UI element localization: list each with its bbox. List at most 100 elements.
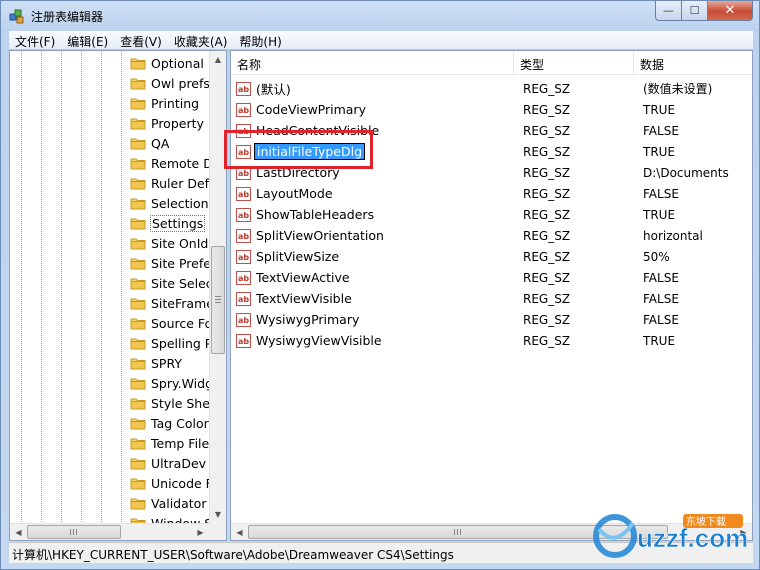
column-header: 名称 类型 数据	[231, 51, 752, 75]
title-bar[interactable]: 注册表编辑器 — ☐ ✕	[1, 1, 759, 31]
value-name-cell: ab (默认)	[231, 78, 514, 99]
tree-guide-lines	[21, 51, 122, 531]
value-row[interactable]: ab TextViewVisible REG_SZ FALSE	[231, 288, 752, 309]
menu-edit[interactable]: 编辑(E)	[61, 31, 114, 49]
reg-string-icon: ab	[236, 207, 251, 222]
tree-item[interactable]: Spry.Widg	[130, 373, 210, 393]
tree-item-label: UltraDev F	[151, 455, 210, 471]
tree-item-label: Remote D	[151, 155, 210, 171]
column-type[interactable]: 类型	[514, 51, 634, 75]
scroll-right-icon[interactable]: ▶	[192, 524, 209, 540]
tree-hscroll-thumb[interactable]	[27, 525, 121, 539]
reg-string-icon: ab	[236, 186, 251, 201]
tree-item[interactable]: Property I	[130, 113, 210, 133]
value-name-cell: ab TextViewActive	[231, 269, 514, 286]
value-name: (默认)	[256, 82, 291, 97]
value-row[interactable]: ab ShowTableHeaders REG_SZ TRUE	[231, 204, 752, 225]
tree-item[interactable]: Unicode F	[130, 473, 210, 493]
value-name-cell: ab TextViewVisible	[231, 290, 514, 307]
value-row[interactable]: ab SplitViewSize REG_SZ 50%	[231, 246, 752, 267]
tree-item[interactable]: Owl prefs	[130, 73, 210, 93]
svg-text:ab: ab	[238, 253, 249, 262]
menu-help[interactable]: 帮助(H)	[233, 31, 287, 49]
tree-item[interactable]: SPRY	[130, 353, 210, 373]
tree-item[interactable]: Spelling P	[130, 333, 210, 353]
value-type: REG_SZ	[523, 333, 571, 348]
tree-item[interactable]: Remote D	[130, 153, 210, 173]
value-name-cell: ab LayoutMode	[231, 185, 514, 202]
tree-item-label: Site Prefe	[151, 255, 210, 271]
value-row[interactable]: ab WysiwygViewVisible REG_SZ TRUE	[231, 330, 752, 351]
svg-text:ab: ab	[238, 106, 249, 115]
tree-item[interactable]: Source Fo	[130, 313, 210, 333]
tree-item-label: SPRY	[151, 355, 182, 371]
tree-item-label: SiteFrame	[151, 295, 210, 311]
value-row[interactable]: ab (默认) REG_SZ (数值未设置)	[231, 78, 752, 99]
tree-item-label: Unicode F	[151, 475, 210, 491]
minimize-button[interactable]: —	[655, 1, 682, 21]
tree-item[interactable]: Temp File	[130, 433, 210, 453]
tree-item[interactable]: Ruler Defa	[130, 173, 210, 193]
value-data: FALSE	[643, 291, 679, 306]
value-name-cell: ab SplitViewOrientation	[231, 227, 514, 244]
tree-item[interactable]: SiteFrame	[130, 293, 210, 313]
tree-vscroll-thumb[interactable]	[211, 246, 225, 354]
value-data: FALSE	[643, 270, 679, 285]
tree-item[interactable]: Site Prefe	[130, 253, 210, 273]
reg-string-icon: ab	[236, 291, 251, 306]
reg-string-icon: ab	[236, 333, 251, 348]
tree-item[interactable]: Tag Color	[130, 413, 210, 433]
maximize-button[interactable]: ☐	[682, 1, 708, 21]
close-button[interactable]: ✕	[708, 1, 753, 21]
scroll-up-icon[interactable]: ▲	[210, 51, 226, 68]
folder-icon	[130, 478, 146, 490]
tree-item[interactable]: Site OnIdl	[130, 233, 210, 253]
column-name[interactable]: 名称	[231, 51, 514, 75]
tree-item-label: Source Fo	[151, 315, 210, 331]
tree-item-label: Optional D	[151, 55, 210, 71]
tree-item[interactable]: Style Shee	[130, 393, 210, 413]
values-scroll-left-icon[interactable]: ◀	[231, 524, 248, 540]
folder-icon	[130, 118, 146, 130]
value-row[interactable]: ab CodeViewPrimary REG_SZ TRUE	[231, 99, 752, 120]
folder-icon	[130, 158, 146, 170]
svg-text:ab: ab	[238, 211, 249, 220]
value-row[interactable]: ab TextViewActive REG_SZ FALSE	[231, 267, 752, 288]
folder-icon	[130, 138, 146, 150]
watermark-tag: 东坡下载	[686, 515, 726, 528]
tree-vertical-scrollbar[interactable]: ▲ ▼	[209, 51, 226, 523]
value-row[interactable]: ab SplitViewOrientation REG_SZ horizontal	[231, 225, 752, 246]
value-data: TRUE	[643, 333, 676, 348]
svg-text:ab: ab	[238, 190, 249, 199]
reg-string-icon: ab	[236, 249, 251, 264]
key-tree-pane[interactable]: Optional D Owl prefs Printing Property I QA R…	[9, 50, 227, 541]
svg-text:ab: ab	[238, 337, 249, 346]
scroll-left-icon[interactable]: ◀	[10, 524, 27, 540]
tree-item[interactable]: Site Select	[130, 273, 210, 293]
value-data: D:\Documents	[643, 165, 729, 180]
tree-item[interactable]: Optional D	[130, 53, 210, 73]
reg-string-icon: ab	[236, 270, 251, 285]
menu-favorites[interactable]: 收藏夹(A)	[168, 31, 234, 49]
scroll-down-icon[interactable]: ▼	[210, 506, 226, 523]
tree-item[interactable]: Printing	[130, 93, 210, 113]
reg-string-icon: ab	[236, 81, 251, 96]
folder-icon	[130, 498, 146, 510]
tree-item[interactable]: Settings	[130, 213, 210, 233]
value-name: SplitViewSize	[256, 249, 340, 264]
folder-icon	[130, 378, 146, 390]
values-pane[interactable]: 名称 类型 数据 ab (默认) REG_SZ (数值未设置) ab CodeViewPr…	[230, 50, 753, 541]
value-row[interactable]: ab LayoutMode REG_SZ FALSE	[231, 183, 752, 204]
column-data[interactable]: 数据	[634, 51, 752, 75]
tree-item[interactable]: Selection	[130, 193, 210, 213]
menu-file[interactable]: 文件(F)	[9, 31, 61, 49]
tree-item-label: Validator	[151, 495, 207, 511]
value-name-cell: ab ShowTableHeaders	[231, 206, 514, 223]
tree-horizontal-scrollbar[interactable]: ◀ ▶	[10, 523, 226, 540]
tree-item[interactable]: Validator	[130, 493, 210, 513]
menu-view[interactable]: 查看(V)	[114, 31, 168, 49]
uzzf-watermark-logo: uzzf.com 东坡下载	[593, 514, 749, 558]
value-row[interactable]: ab WysiwygPrimary REG_SZ FALSE	[231, 309, 752, 330]
tree-item[interactable]: QA	[130, 133, 210, 153]
tree-item[interactable]: UltraDev F	[130, 453, 210, 473]
